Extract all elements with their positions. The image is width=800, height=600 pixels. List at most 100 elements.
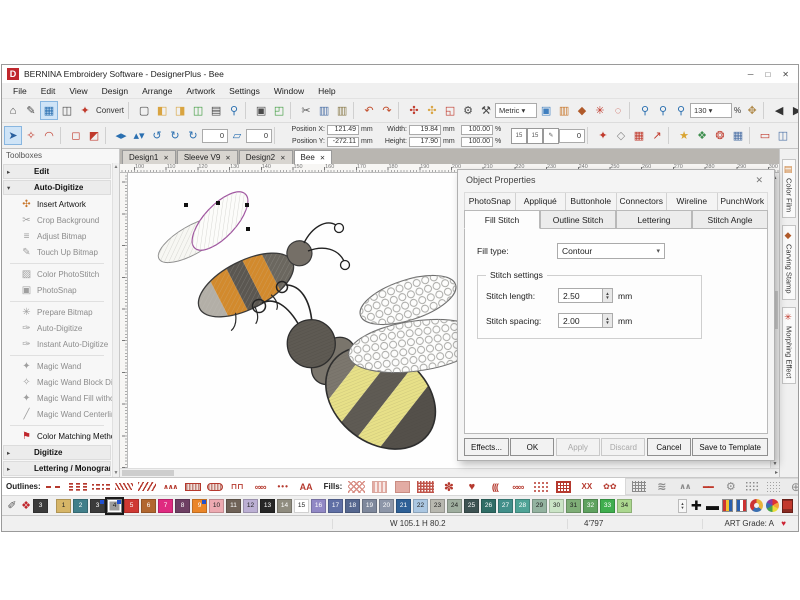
next-view-icon[interactable]: ▶: [788, 101, 798, 120]
morphing-effect-icon[interactable]: ✳: [591, 101, 609, 120]
sidebar-item[interactable]: [10, 260, 104, 264]
color-swatch[interactable]: 3: [90, 499, 105, 513]
spinner-control[interactable]: [602, 313, 613, 328]
fill-chain-icon[interactable]: [507, 480, 528, 493]
sidebar-item[interactable]: [10, 352, 104, 356]
sidebar-item[interactable]: ✦ Magic Wand: [2, 358, 112, 374]
tab-close-icon[interactable]: ✕: [225, 154, 230, 162]
color-swatch[interactable]: 27: [498, 499, 513, 513]
dialog-tab[interactable]: Outline Stitch: [540, 210, 616, 229]
color-wheel-icon[interactable]: [766, 499, 779, 512]
outline-blanket-icon[interactable]: [227, 480, 248, 493]
separator[interactable]: [105, 127, 110, 144]
color-swatch[interactable]: 32: [583, 499, 598, 513]
color-swatch[interactable]: 30: [549, 499, 564, 513]
color-film-icon[interactable]: ▥: [555, 101, 573, 120]
discard-button[interactable]: Discard: [601, 438, 645, 456]
color-swatch[interactable]: 11: [226, 499, 241, 513]
color-swatch[interactable]: 20: [379, 499, 394, 513]
dialog-tab[interactable]: Buttonhole: [566, 193, 617, 210]
effects-button[interactable]: Effects...: [464, 438, 509, 456]
zoom-level-combo[interactable]: 130 ▾: [690, 103, 732, 118]
color-swatch[interactable]: 5: [124, 499, 139, 513]
menu-item[interactable]: Arrange: [135, 86, 179, 96]
fill-candlewicking-icon[interactable]: [533, 481, 548, 493]
save-design-icon[interactable]: ◫: [189, 101, 207, 120]
outline-chain-icon[interactable]: [250, 480, 271, 493]
position-y-input[interactable]: -272.11: [327, 137, 359, 147]
sidebar-item[interactable]: ▸ Edit: [3, 164, 111, 179]
close-button[interactable]: ✕: [782, 70, 789, 79]
menu-item[interactable]: File: [6, 86, 34, 96]
sidebar-item[interactable]: ▣ PhotoSnap: [2, 282, 112, 298]
paste-icon[interactable]: ▥: [333, 101, 351, 120]
menu-item[interactable]: Settings: [222, 86, 267, 96]
effect-shading-icon[interactable]: [766, 481, 781, 492]
write-to-machine-icon[interactable]: ▣: [252, 101, 270, 120]
effect-florentine-icon[interactable]: [651, 480, 672, 493]
pattern-circle-icon[interactable]: ❂: [711, 126, 729, 145]
sidebar-item[interactable]: [10, 422, 104, 426]
outline-design-icon[interactable]: ↗: [648, 126, 666, 145]
hoop-layout-icon[interactable]: ✎: [543, 128, 559, 144]
rotate-tool-icon[interactable]: ↻: [184, 126, 202, 145]
new-design-icon[interactable]: ▢: [135, 101, 153, 120]
zoom-out-icon[interactable]: ⚲: [654, 101, 672, 120]
color-swatch[interactable]: 18: [345, 499, 360, 513]
stitch-player-icon[interactable]: ◌: [609, 101, 627, 120]
polygon-select-icon[interactable]: ✧: [22, 126, 40, 145]
convert-icon[interactable]: ✦: [76, 101, 94, 120]
color-swatch[interactable]: 33: [600, 499, 615, 513]
color-swatch[interactable]: 16: [311, 499, 326, 513]
dock-color-film[interactable]: ▤ Color Film: [782, 159, 796, 218]
scale-y-input[interactable]: 100.00: [461, 137, 493, 147]
rotate-ccw-45-icon[interactable]: ↺: [148, 126, 166, 145]
open-object-icon[interactable]: ✦: [594, 126, 612, 145]
color-swatch[interactable]: 12: [243, 499, 258, 513]
palette-scroll-spinner[interactable]: [678, 499, 687, 513]
outline-satin-icon[interactable]: [185, 483, 201, 491]
convert-label[interactable]: Convert: [94, 101, 126, 120]
color-swatch[interactable]: 22: [413, 499, 428, 513]
switch-canvas-icon[interactable]: ◫: [58, 101, 76, 120]
color-swatch[interactable]: 1: [56, 499, 71, 513]
document-tab[interactable]: Bee ✕: [294, 150, 333, 164]
menu-item[interactable]: Edit: [34, 86, 63, 96]
closed-object-icon[interactable]: ◇: [612, 126, 630, 145]
separator[interactable]: [763, 102, 768, 119]
border-tool-icon[interactable]: ▭: [756, 126, 774, 145]
color-swatch[interactable]: 21: [396, 499, 411, 513]
outline-triple-icon[interactable]: [68, 480, 89, 493]
dock-carving-stamp[interactable]: ◆ Carving Stamp: [782, 225, 796, 300]
sidebar-item[interactable]: ▨ Color PhotoStitch: [2, 266, 112, 282]
hoop-small-icon[interactable]: 15: [511, 128, 527, 144]
card-reader-icon[interactable]: ◰: [270, 101, 288, 120]
fill-satin-icon[interactable]: [395, 481, 410, 493]
sidebar-item[interactable]: ✂ Crop Background: [2, 212, 112, 228]
star-shape-icon[interactable]: ★: [675, 126, 693, 145]
select-object-icon[interactable]: ➤: [4, 126, 22, 145]
redo-icon[interactable]: ↷: [378, 101, 396, 120]
separator[interactable]: [629, 102, 634, 119]
menu-item[interactable]: Design: [95, 86, 135, 96]
outline-sculpture-icon[interactable]: [91, 480, 112, 493]
cut-icon[interactable]: ✂: [297, 101, 315, 120]
minimize-button[interactable]: ─: [748, 70, 754, 79]
rotate-cw-45-icon[interactable]: ↻: [166, 126, 184, 145]
zoom-box-icon[interactable]: ⚲: [672, 101, 690, 120]
show-bitmap-icon[interactable]: ▣: [537, 101, 555, 120]
units-dropdown[interactable]: Metric ▾: [495, 103, 537, 118]
print-preview-icon[interactable]: ⚲: [225, 101, 243, 120]
fill-heart-icon[interactable]: [461, 480, 482, 493]
machine-settings-icon[interactable]: ⚙: [459, 101, 477, 120]
outline-zigzag-icon[interactable]: [160, 480, 181, 493]
color-swatch[interactable]: 3: [33, 499, 48, 513]
fill-lattice-icon[interactable]: [348, 481, 365, 493]
sidebar-item[interactable]: ✑ Instant Auto-Digitize: [2, 336, 112, 352]
document-tab[interactable]: Design1 ✕: [122, 150, 176, 164]
rotate-angle-input[interactable]: 0: [202, 129, 228, 143]
maximize-button[interactable]: □: [765, 70, 770, 79]
separator[interactable]: [668, 127, 673, 144]
sidebar-item[interactable]: ✳ Prepare Bitmap: [2, 304, 112, 320]
sidebar-item[interactable]: ▸ Lettering / Monogramming: [3, 461, 111, 476]
